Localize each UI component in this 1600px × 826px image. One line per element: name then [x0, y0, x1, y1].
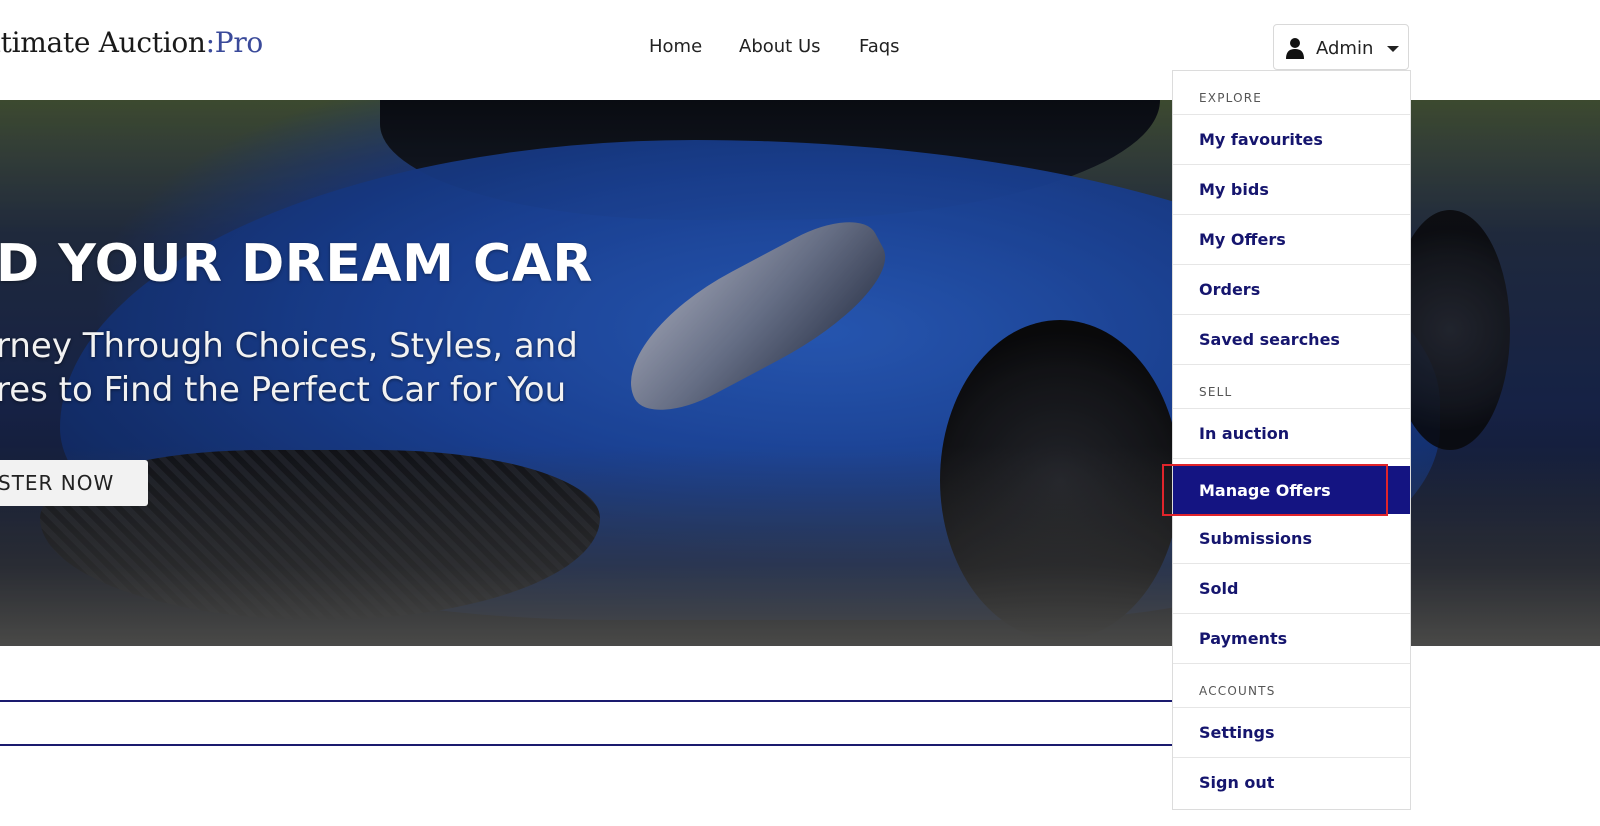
nav-home-link[interactable]: Home — [649, 36, 702, 57]
menu-item-manage-offers[interactable]: Manage Offers — [1173, 466, 1410, 514]
hero-subtitle-line: res to Find the Perfect Car for You — [0, 370, 567, 410]
menu-item-my-favourites[interactable]: My favourites — [1173, 115, 1410, 165]
logo-text: ltimate Auction — [0, 26, 206, 59]
chevron-down-icon — [1387, 46, 1399, 52]
register-now-button[interactable]: STER NOW — [0, 460, 148, 506]
menu-section-accounts: ACCOUNTS — [1173, 664, 1410, 708]
hero-title: D YOUR DREAM CAR — [0, 234, 593, 294]
menu-item-orders[interactable]: Orders — [1173, 265, 1410, 315]
account-label: Admin — [1316, 38, 1374, 59]
menu-section-explore: EXPLORE — [1173, 71, 1410, 115]
menu-item-sold[interactable]: Sold — [1173, 564, 1410, 614]
menu-item-submissions[interactable]: Submissions — [1173, 514, 1410, 564]
menu-item-settings[interactable]: Settings — [1173, 708, 1410, 758]
site-logo[interactable]: ltimate Auction:Pro — [0, 26, 263, 59]
logo-suffix: :Pro — [205, 26, 264, 59]
menu-item-my-bids[interactable]: My bids — [1173, 165, 1410, 215]
menu-item-saved-searches[interactable]: Saved searches — [1173, 315, 1410, 365]
menu-item-my-offers[interactable]: My Offers — [1173, 215, 1410, 265]
menu-section-sell: SELL — [1173, 365, 1410, 409]
account-dropdown-toggle[interactable]: Admin — [1273, 24, 1409, 70]
user-icon — [1286, 38, 1304, 59]
menu-item-sign-out[interactable]: Sign out — [1173, 758, 1410, 808]
nav-faqs-link[interactable]: Faqs — [859, 36, 900, 57]
nav-about-link[interactable]: About Us — [739, 36, 821, 57]
menu-item-in-auction[interactable]: In auction — [1173, 409, 1410, 459]
hero-subtitle-line: rney Through Choices, Styles, and — [0, 326, 578, 366]
section-divider — [0, 744, 1172, 746]
section-divider — [0, 700, 1172, 702]
account-dropdown-menu: EXPLORE My favourites My bids My Offers … — [1172, 70, 1411, 810]
hero-subtitle: rney Through Choices, Styles, and res to… — [0, 324, 578, 412]
menu-item-payments[interactable]: Payments — [1173, 614, 1410, 664]
